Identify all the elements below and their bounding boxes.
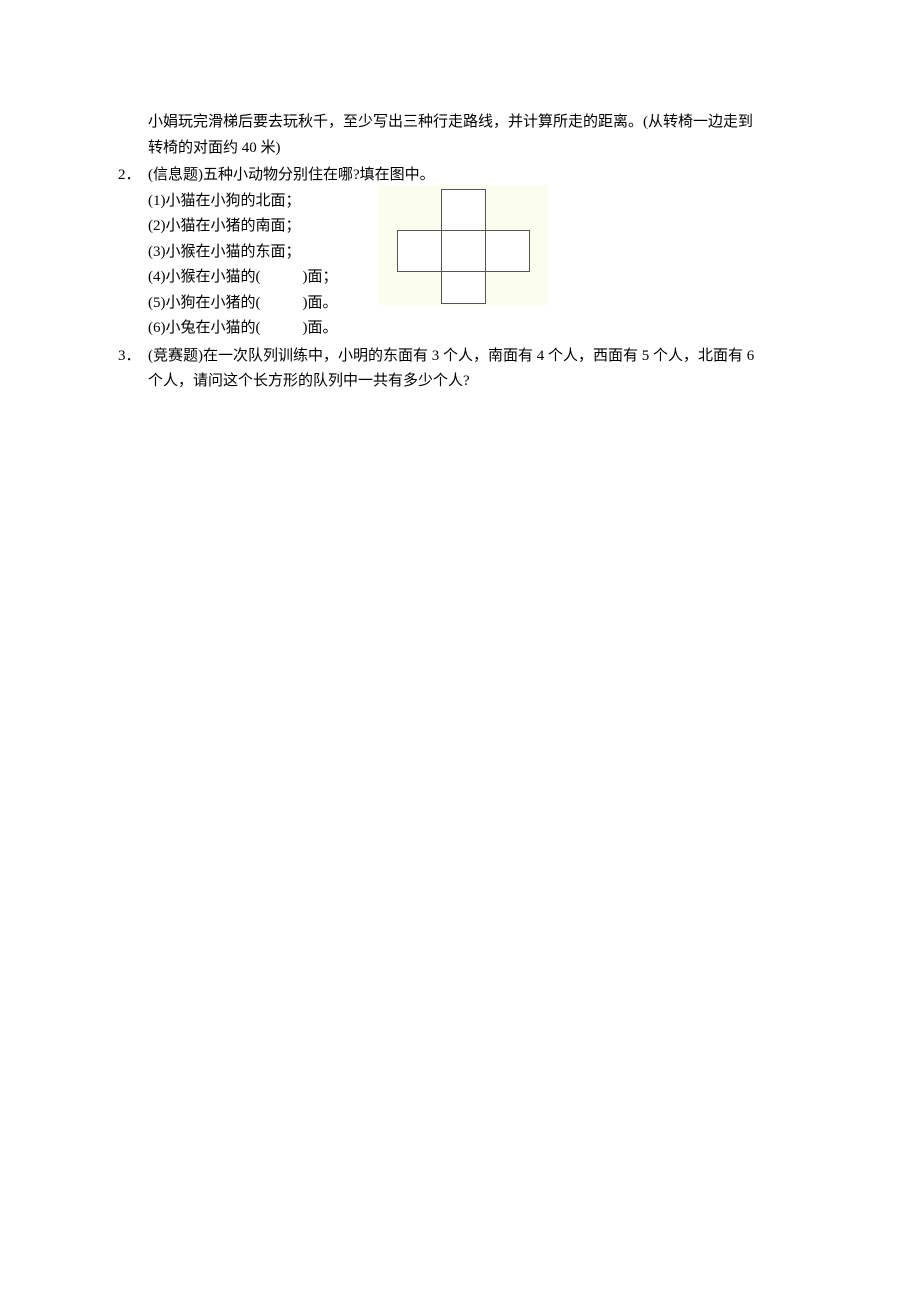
- question-3: 3． (竞赛题)在一次队列训练中，小明的东面有 3 个人，南面有 4 个人，西面…: [118, 344, 820, 395]
- q1-line2: 转椅的对面约 40 米): [148, 136, 820, 162]
- q2-s6b: )面。: [303, 320, 338, 336]
- question-1-continuation: 小娟玩完滑梯后要去玩秋千，至少写出三种行走路线，并计算所走的距离。(从转椅一边走…: [148, 110, 820, 161]
- cross-grid-figure: [378, 185, 548, 305]
- q3-line2: 个人，请问这个长方形的队列中一共有多少个人?: [148, 369, 820, 395]
- grid-cell-east: [485, 230, 530, 272]
- q2-sub3: (3)小猴在小猫的东面；: [148, 240, 338, 266]
- q2-sub4: (4)小猴在小猫的( )面；: [148, 265, 338, 291]
- q2-s5b: )面。: [303, 295, 338, 311]
- q1-line1: 小娟玩完滑梯后要去玩秋千，至少写出三种行走路线，并计算所走的距离。(从转椅一边走…: [148, 110, 820, 136]
- q2-sub2: (2)小猫在小猪的南面；: [148, 214, 338, 240]
- q2-s4b: )面；: [303, 269, 338, 285]
- question-2: 2． (信息题)五种小动物分别住在哪?填在图中。 (1)小猫在小狗的北面； (2…: [118, 163, 820, 342]
- q2-s4a: (4)小猴在小猫的(: [148, 269, 261, 285]
- q3-line1: (竞赛题)在一次队列训练中，小明的东面有 3 个人，南面有 4 个人，西面有 5…: [148, 344, 820, 370]
- q2-sub5: (5)小狗在小猪的( )面。: [148, 291, 338, 317]
- q2-sub-list: (1)小猫在小狗的北面； (2)小猫在小猪的南面； (3)小猴在小猫的东面； (…: [148, 189, 338, 342]
- grid-cell-center: [441, 230, 486, 272]
- grid-cell-west: [397, 230, 442, 272]
- q3-number: 3．: [118, 344, 148, 370]
- q2-s5a: (5)小狗在小猪的(: [148, 295, 261, 311]
- q2-sub6: (6)小兔在小猫的( )面。: [148, 316, 338, 342]
- q2-s6a: (6)小兔在小猫的(: [148, 320, 261, 336]
- q2-sub1: (1)小猫在小狗的北面；: [148, 189, 338, 215]
- q2-number: 2．: [118, 163, 148, 189]
- grid-cell-north: [441, 189, 486, 231]
- grid-cell-south: [441, 271, 486, 304]
